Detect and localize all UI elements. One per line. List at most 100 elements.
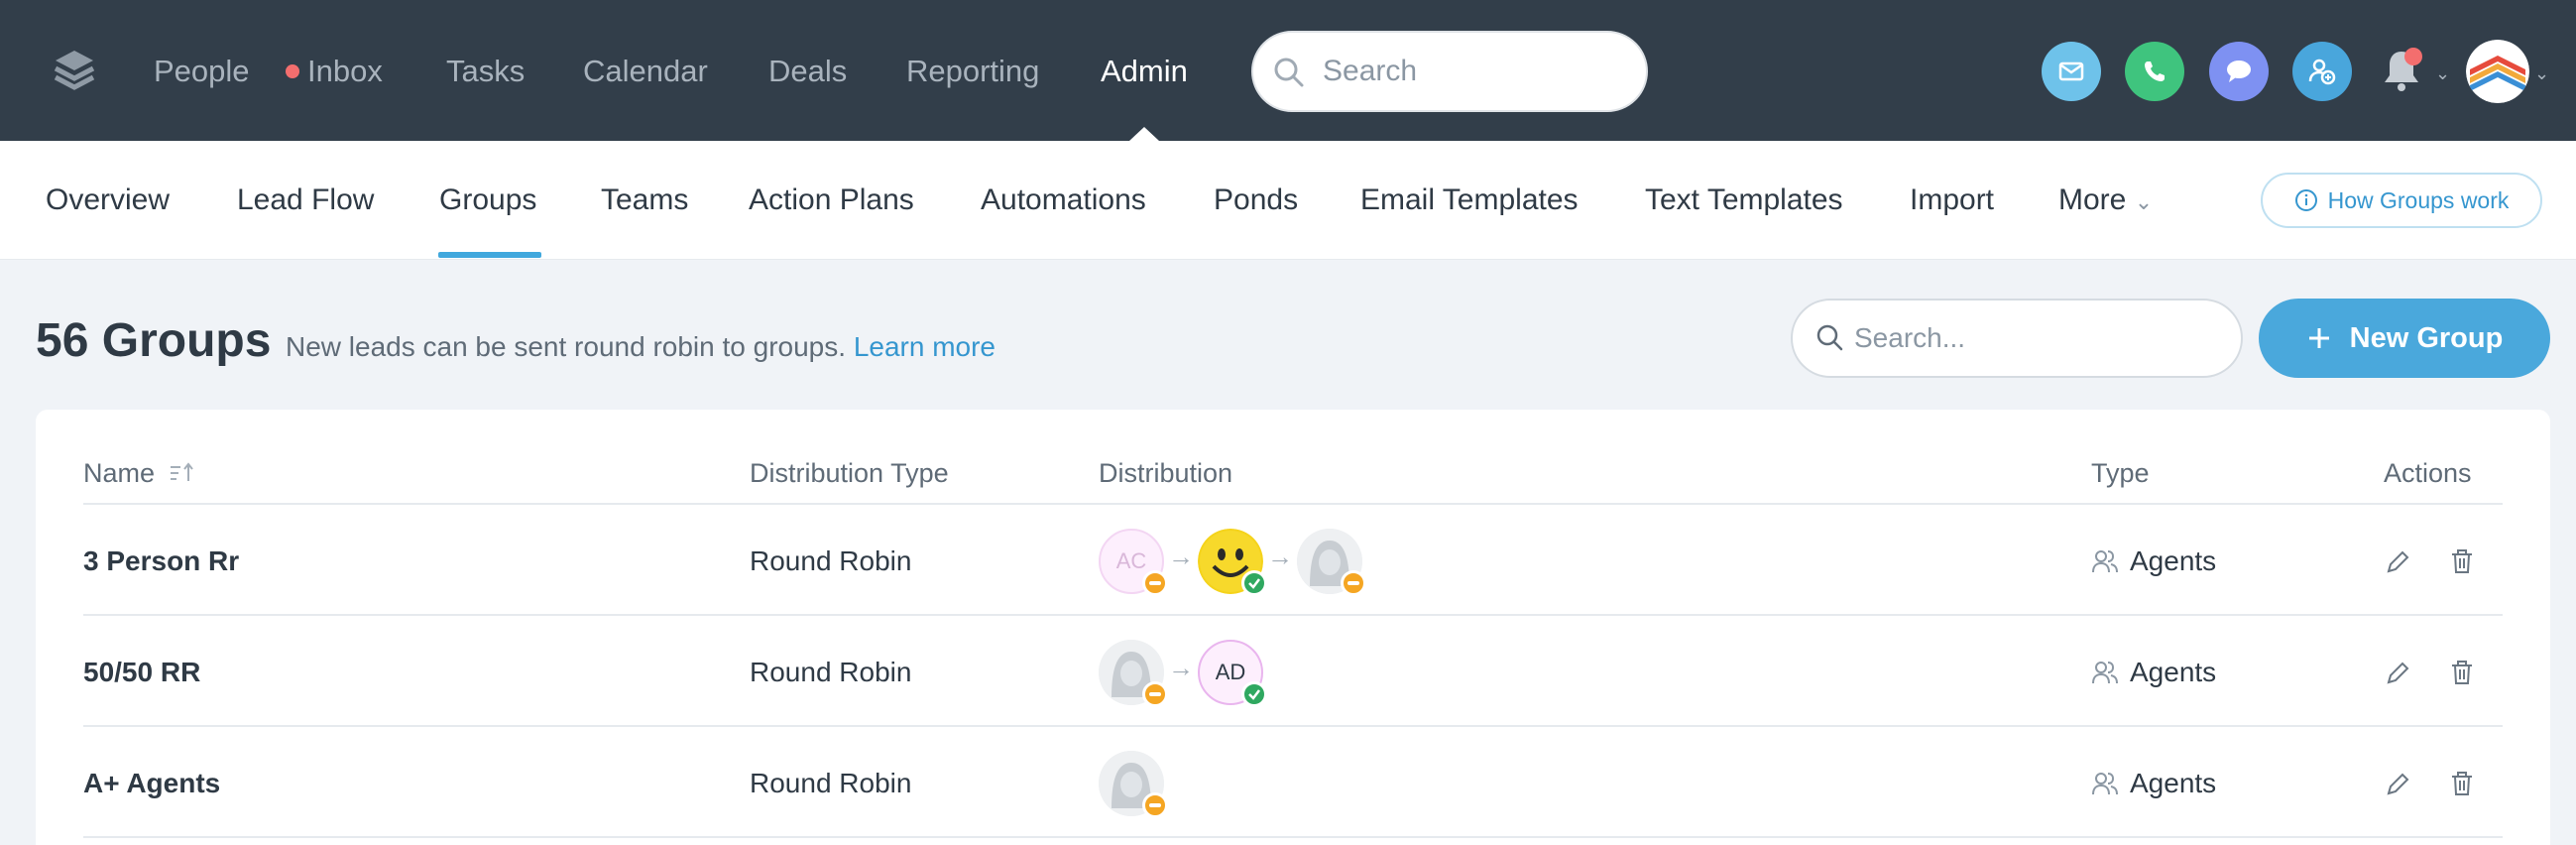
- edit-icon[interactable]: [2384, 658, 2413, 687]
- distribution-type: Round Robin: [750, 545, 912, 576]
- trash-icon[interactable]: [2447, 546, 2477, 576]
- tab-overview[interactable]: Overview: [46, 181, 170, 220]
- divider: [83, 503, 2503, 505]
- search-icon: [1815, 322, 1846, 359]
- phone-icon: [2145, 61, 2165, 81]
- tab-import[interactable]: Import: [1910, 181, 1994, 220]
- distribution-type: Round Robin: [750, 657, 912, 687]
- group-type: Agents: [2130, 768, 2217, 798]
- chevron-down-icon: ⌄: [2134, 189, 2154, 214]
- groups-search-input[interactable]: [1854, 316, 2221, 360]
- learn-more-link[interactable]: Learn more: [854, 331, 995, 362]
- add-contact-icon: [2308, 59, 2336, 85]
- tab-ponds[interactable]: Ponds: [1214, 181, 1298, 220]
- group-name[interactable]: A+ Agents: [83, 766, 220, 801]
- available-status-icon: [1241, 681, 1267, 707]
- active-tab-underline: [438, 252, 541, 258]
- plus-icon: [2308, 328, 2329, 348]
- nav-reporting[interactable]: Reporting: [906, 52, 1039, 91]
- agents-icon: [2092, 550, 2118, 573]
- chevron-down-icon[interactable]: ⌄: [2534, 63, 2549, 84]
- global-search-input[interactable]: [1323, 49, 1630, 94]
- tab-more[interactable]: More ⌄: [2058, 181, 2153, 222]
- groups-search[interactable]: [1791, 299, 2243, 378]
- add-contact-button[interactable]: [2292, 42, 2352, 101]
- away-status-icon: [1341, 570, 1366, 596]
- user-avatar[interactable]: [2466, 40, 2529, 103]
- arrow-right-icon: →: [1168, 542, 1194, 571]
- edit-icon[interactable]: [2384, 546, 2413, 576]
- away-status-icon: [1142, 792, 1168, 818]
- page-subtitle-text: New leads can be sent round robin to gro…: [286, 331, 847, 362]
- chat-icon: [2227, 60, 2251, 82]
- column-header-distribution-type: Distribution Type: [750, 458, 949, 488]
- distribution-avatar-placeholder: [1099, 640, 1168, 707]
- email-button[interactable]: [2042, 42, 2101, 101]
- column-header-type: Type: [2091, 458, 2150, 488]
- how-groups-work-button[interactable]: How Groups work: [2261, 173, 2542, 228]
- sort-icon[interactable]: [169, 461, 196, 485]
- column-header-name[interactable]: Name: [83, 458, 196, 489]
- email-icon: [2058, 61, 2084, 81]
- bell-icon: [2385, 52, 2418, 91]
- nav-deals[interactable]: Deals: [768, 52, 847, 91]
- agents-icon: [2092, 773, 2118, 795]
- chat-button[interactable]: [2209, 42, 2269, 101]
- group-name[interactable]: 3 Person Rr: [83, 543, 239, 579]
- distribution-type: Round Robin: [750, 768, 912, 798]
- edit-icon[interactable]: [2384, 769, 2413, 798]
- nav-people[interactable]: People: [154, 52, 250, 91]
- tab-lead-flow[interactable]: Lead Flow: [237, 181, 374, 220]
- active-nav-indicator: [1129, 127, 1159, 141]
- new-group-label: New Group: [2349, 321, 2504, 354]
- column-header-distribution: Distribution: [1099, 458, 1233, 488]
- tab-teams[interactable]: Teams: [601, 181, 688, 220]
- page-subtitle: New leads can be sent round robin to gro…: [286, 331, 995, 363]
- tab-more-label: More: [2058, 183, 2127, 216]
- agents-icon: [2092, 662, 2118, 684]
- tab-groups[interactable]: Groups: [439, 181, 536, 220]
- nav-admin[interactable]: Admin: [1101, 52, 1188, 91]
- how-groups-work-label: How Groups work: [2327, 186, 2510, 213]
- column-header-name-label: Name: [83, 458, 156, 488]
- notification-dot: [2404, 48, 2422, 65]
- distribution-avatar-initials: AC: [1099, 529, 1168, 596]
- column-header-actions: Actions: [2384, 458, 2472, 488]
- tab-email-templates[interactable]: Email Templates: [1360, 181, 1579, 220]
- tab-action-plans[interactable]: Action Plans: [749, 181, 914, 220]
- global-search[interactable]: [1251, 31, 1648, 112]
- distribution-avatar-placeholder: [1297, 529, 1366, 596]
- away-status-icon: [1142, 570, 1168, 596]
- divider: [83, 614, 2503, 616]
- arrow-right-icon: →: [1168, 653, 1194, 682]
- nav-calendar[interactable]: Calendar: [583, 52, 708, 91]
- admin-subnav: Overview Lead Flow Groups Teams Action P…: [0, 141, 2576, 260]
- distribution-avatar-initials: AD: [1198, 640, 1267, 707]
- away-status-icon: [1142, 681, 1168, 707]
- page-title: 56 Groups: [36, 314, 272, 367]
- search-icon: [1271, 55, 1307, 95]
- group-name[interactable]: 50/50 RR: [83, 655, 200, 690]
- nav-tasks[interactable]: Tasks: [446, 52, 525, 91]
- available-status-icon: [1241, 570, 1267, 596]
- trash-icon[interactable]: [2447, 658, 2477, 687]
- nav-inbox-label: Inbox: [307, 54, 383, 88]
- divider: [83, 836, 2503, 838]
- notifications-button[interactable]: [2372, 42, 2431, 101]
- arrow-right-icon: →: [1267, 542, 1293, 571]
- group-type: Agents: [2130, 545, 2217, 576]
- phone-button[interactable]: [2125, 42, 2184, 101]
- tab-automations[interactable]: Automations: [981, 181, 1146, 220]
- top-navigation-bar: People Inbox Tasks Calendar Deals Report…: [0, 0, 2576, 141]
- new-group-button[interactable]: New Group: [2259, 299, 2550, 378]
- tab-text-templates[interactable]: Text Templates: [1645, 181, 1843, 220]
- app-logo-icon[interactable]: [52, 47, 97, 92]
- trash-icon[interactable]: [2447, 769, 2477, 798]
- chevron-down-icon[interactable]: ⌄: [2435, 63, 2450, 84]
- divider: [83, 725, 2503, 727]
- nav-inbox[interactable]: Inbox: [286, 52, 383, 91]
- distribution-avatar-smiley: [1198, 529, 1267, 596]
- inbox-unread-dot: [286, 64, 299, 78]
- group-type: Agents: [2130, 657, 2217, 687]
- info-icon: [2294, 189, 2317, 211]
